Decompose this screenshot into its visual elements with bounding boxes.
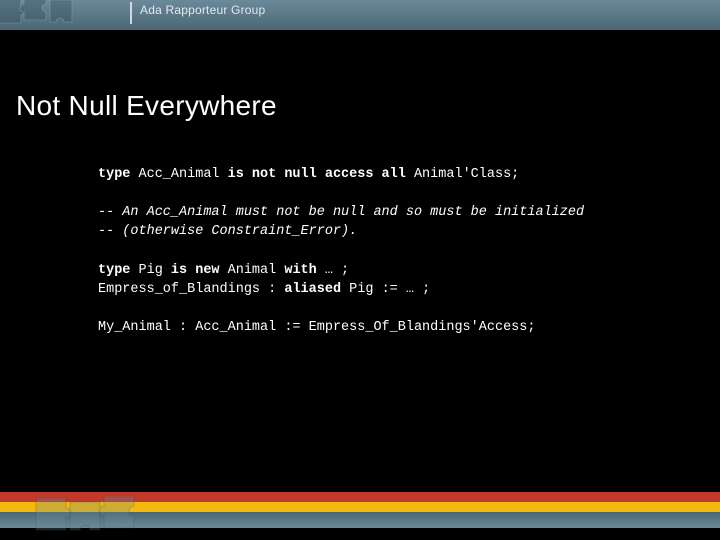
code-kw: with	[284, 263, 316, 278]
code-kw: type	[98, 167, 130, 182]
puzzle-icon-header	[0, 0, 114, 38]
code-text: Empress_of_Blandings :	[98, 282, 284, 297]
code-kw: type	[98, 263, 130, 278]
code-kw: aliased	[284, 282, 341, 297]
slide: Ada Rapporteur Group Not Null Everywhere…	[0, 0, 720, 540]
code-text: Pig	[130, 263, 171, 278]
code-comment: -- (otherwise Constraint_Error).	[98, 224, 357, 239]
code-comment: -- An Acc_Animal must not be null and so…	[98, 205, 584, 220]
code-text: My_Animal : Acc_Animal := Empress_Of_Bla…	[98, 320, 535, 335]
header-divider	[130, 2, 132, 24]
header-group-label: Ada Rapporteur Group	[140, 3, 265, 17]
code-kw: is not null access all	[228, 167, 406, 182]
code-text: … ;	[317, 263, 349, 278]
slide-title: Not Null Everywhere	[16, 90, 277, 122]
code-text: Animal	[220, 263, 285, 278]
code-text: Pig := … ;	[341, 282, 430, 297]
code-kw: is new	[171, 263, 220, 278]
puzzle-icon-footer	[30, 480, 180, 540]
code-text: Animal'Class;	[406, 167, 519, 182]
code-text: Acc_Animal	[130, 167, 227, 182]
code-block: type Acc_Animal is not null access all A…	[98, 165, 658, 337]
